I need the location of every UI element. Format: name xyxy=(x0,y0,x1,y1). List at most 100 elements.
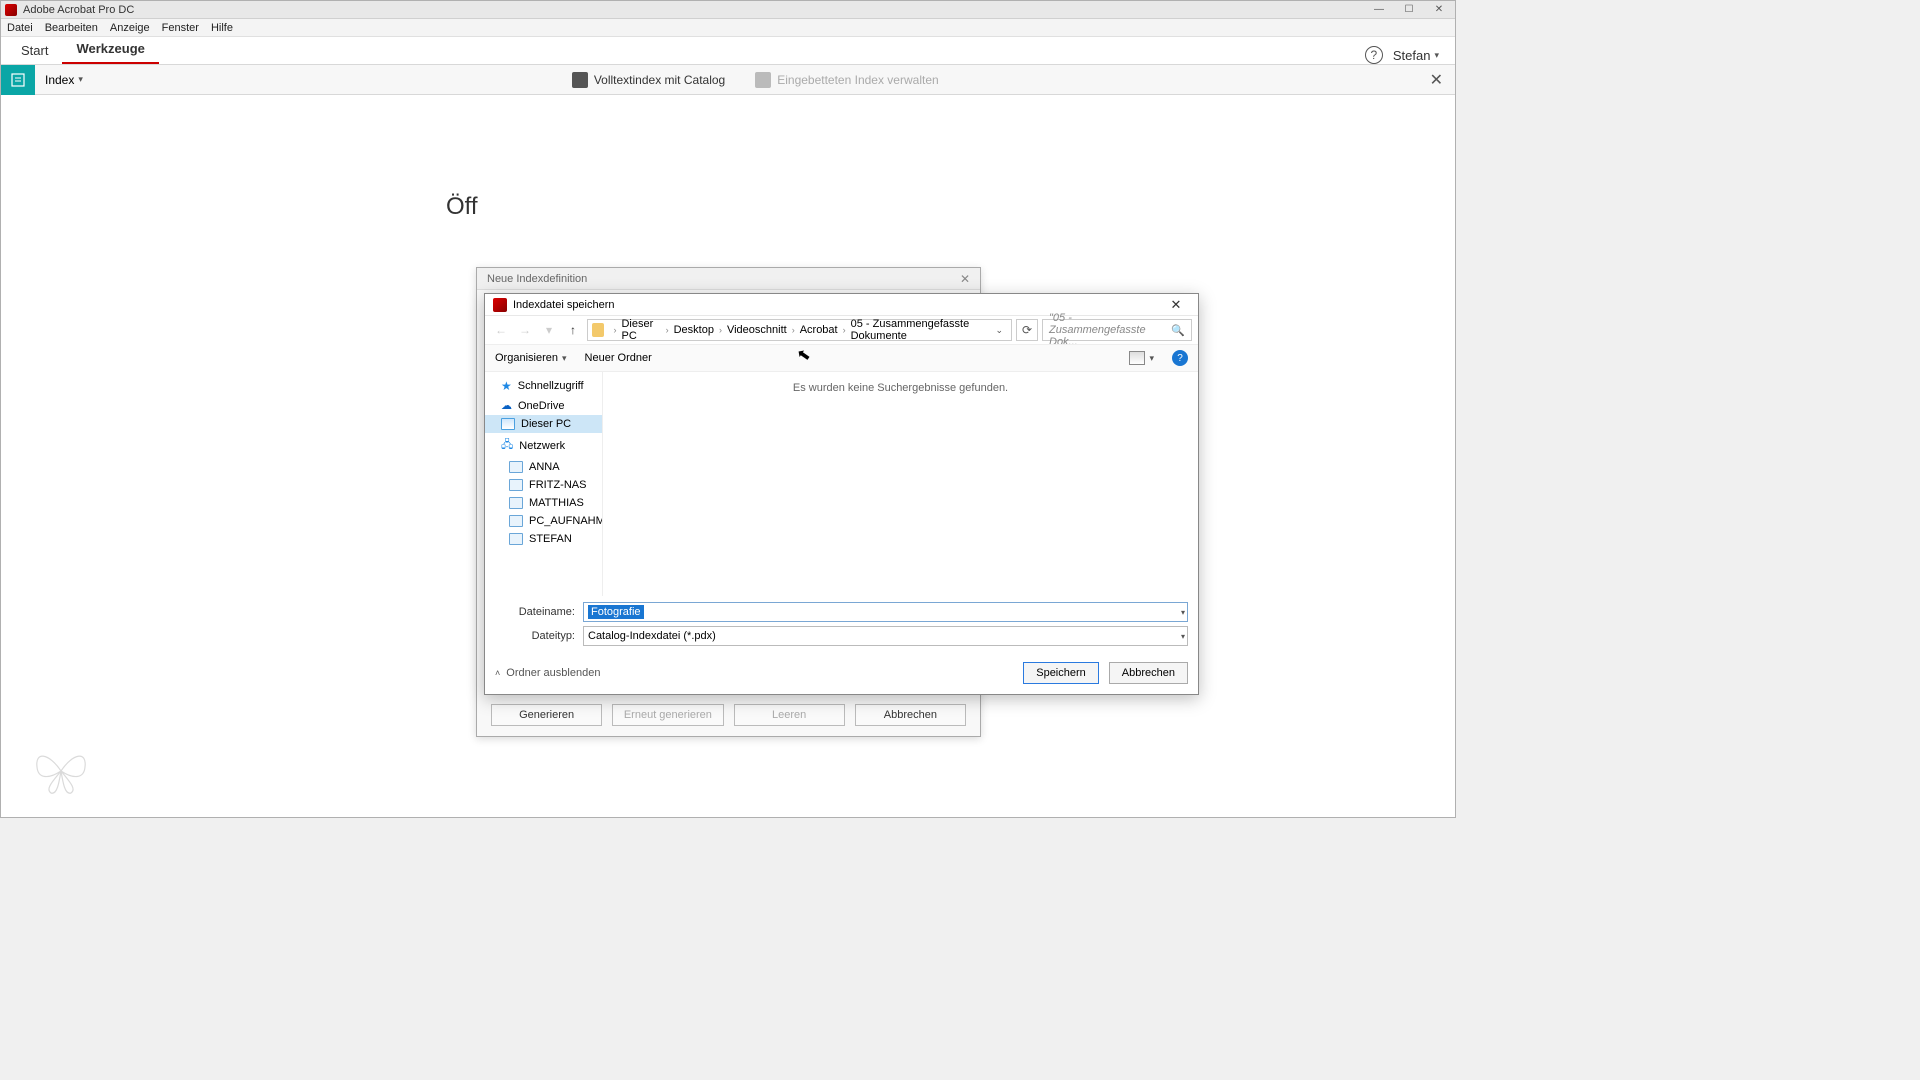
refresh-button[interactable]: ⟳ xyxy=(1016,319,1038,341)
computer-icon xyxy=(509,461,523,473)
index-dropdown[interactable]: Index ▾ xyxy=(35,73,93,87)
tree-computer[interactable]: STEFAN xyxy=(485,530,602,548)
menu-window[interactable]: Fenster xyxy=(162,22,199,34)
bc-segment[interactable]: Desktop xyxy=(674,324,714,336)
view-icon xyxy=(1129,351,1145,365)
index-dialog-title: Neue Indexdefinition xyxy=(487,273,587,285)
menu-edit[interactable]: Bearbeiten xyxy=(45,22,98,34)
star-icon: ★ xyxy=(501,379,512,393)
filetype-label: Dateityp: xyxy=(495,630,583,642)
tree-computer[interactable]: ANNA xyxy=(485,458,602,476)
recent-dropdown[interactable]: ▾ xyxy=(539,320,559,340)
tabbar: Start Werkzeuge ? Stefan ▾ xyxy=(1,37,1455,65)
app-icon xyxy=(5,4,17,16)
menu-file[interactable]: Datei xyxy=(7,22,33,34)
folder-tree: ★ Schnellzugriff ☁ OneDrive Dieser PC 🖧 … xyxy=(485,372,603,596)
tree-computer[interactable]: PC_AUFNAHME xyxy=(485,512,602,530)
content-area: Öff Neue Indexdefinition ✕ Generieren Er… xyxy=(1,95,1455,817)
embedded-icon xyxy=(755,72,771,88)
filetype-value: Catalog-Indexdatei (*.pdx) xyxy=(588,630,716,642)
hide-folders-toggle[interactable]: ˄ Ordner ausblenden xyxy=(495,667,600,679)
close-icon[interactable]: ✕ xyxy=(1162,297,1190,313)
close-button[interactable]: ✕ xyxy=(1427,3,1451,17)
chevron-down-icon: ▾ xyxy=(1434,50,1439,61)
minimize-button[interactable]: — xyxy=(1367,3,1391,17)
chevron-down-icon[interactable]: ▾ xyxy=(1181,608,1185,617)
clear-button: Leeren xyxy=(734,704,845,726)
chevron-down-icon: ▾ xyxy=(562,353,567,364)
organize-menu[interactable]: Organisieren ▾ xyxy=(495,352,567,364)
app-window: Adobe Acrobat Pro DC — ☐ ✕ Datei Bearbei… xyxy=(0,0,1456,818)
save-dialog-title: Indexdatei speichern xyxy=(513,299,1162,311)
save-button[interactable]: Speichern xyxy=(1023,662,1099,684)
fulltext-catalog-button[interactable]: Volltextindex mit Catalog xyxy=(572,72,725,88)
filename-panel: Dateiname: Fotografie ▾ Dateityp: Catalo… xyxy=(485,596,1198,656)
regenerate-button: Erneut generieren xyxy=(612,704,723,726)
titlebar: Adobe Acrobat Pro DC — ☐ ✕ xyxy=(1,1,1455,19)
index-tool-icon[interactable] xyxy=(1,65,35,95)
filename-value: Fotografie xyxy=(588,605,644,619)
bc-segment[interactable]: 05 - Zusammengefasste Dokumente xyxy=(851,318,990,342)
menu-help[interactable]: Hilfe xyxy=(211,22,233,34)
computer-icon xyxy=(509,533,523,545)
tree-network[interactable]: 🖧 Netzwerk xyxy=(485,433,602,458)
nav-bar: ← → ▾ ↑ › Dieser PC › Desktop › Videosch… xyxy=(485,316,1198,344)
up-button[interactable]: ↑ xyxy=(563,320,583,340)
tree-onedrive[interactable]: ☁ OneDrive xyxy=(485,396,602,415)
maximize-button[interactable]: ☐ xyxy=(1397,3,1421,17)
chevron-down-icon[interactable]: ▾ xyxy=(1181,632,1185,641)
close-tool-button[interactable]: ✕ xyxy=(1418,70,1455,90)
bc-segment[interactable]: Acrobat xyxy=(800,324,838,336)
app-icon xyxy=(493,298,507,312)
save-file-dialog: Indexdatei speichern ✕ ← → ▾ ↑ › Dieser … xyxy=(484,293,1199,695)
breadcrumb[interactable]: › Dieser PC › Desktop › Videoschnitt › A… xyxy=(587,319,1012,341)
dialog-toolbar: Organisieren ▾ Neuer Ordner ▾ ? xyxy=(485,344,1198,372)
cloud-icon: ☁ xyxy=(501,399,512,412)
help-icon[interactable]: ? xyxy=(1172,350,1188,366)
filename-label: Dateiname: xyxy=(495,606,583,618)
search-input[interactable]: "05 - Zusammengefasste Dok... 🔍 xyxy=(1042,319,1192,341)
bc-segment[interactable]: Dieser PC xyxy=(621,318,660,342)
computer-icon xyxy=(509,497,523,509)
dialog-footer: ˄ Ordner ausblenden Speichern Abbrechen xyxy=(485,656,1198,694)
tab-tools[interactable]: Werkzeuge xyxy=(62,35,158,64)
close-icon[interactable]: ✕ xyxy=(960,272,970,286)
filename-input[interactable]: Fotografie ▾ xyxy=(583,602,1188,622)
computer-icon xyxy=(509,515,523,527)
tree-computer[interactable]: FRITZ-NAS xyxy=(485,476,602,494)
network-icon: 🖧 xyxy=(501,436,513,455)
file-list-area: Es wurden keine Suchergebnisse gefunden. xyxy=(603,372,1198,596)
tree-quick-access[interactable]: ★ Schnellzugriff xyxy=(485,376,602,396)
app-title: Adobe Acrobat Pro DC xyxy=(23,4,1367,16)
tool-toolbar: Index ▾ Volltextindex mit Catalog Eingeb… xyxy=(1,65,1455,95)
chevron-down-icon: ▾ xyxy=(78,74,83,85)
help-icon[interactable]: ? xyxy=(1365,46,1383,64)
menu-view[interactable]: Anzeige xyxy=(110,22,150,34)
user-menu[interactable]: Stefan ▾ xyxy=(1393,48,1439,63)
menubar: Datei Bearbeiten Anzeige Fenster Hilfe xyxy=(1,19,1455,37)
back-button: ← xyxy=(491,320,511,340)
computer-icon xyxy=(509,479,523,491)
butterfly-watermark xyxy=(31,745,91,797)
bc-segment[interactable]: Videoschnitt xyxy=(727,324,787,336)
search-placeholder: "05 - Zusammengefasste Dok... xyxy=(1049,312,1167,348)
bg-text-fragment: Öff xyxy=(446,193,478,221)
tree-computer[interactable]: MATTHIAS xyxy=(485,494,602,512)
embedded-index-button: Eingebetteten Index verwalten xyxy=(755,72,938,88)
forward-button: → xyxy=(515,320,535,340)
chevron-down-icon: ▾ xyxy=(1149,353,1154,364)
tree-this-pc[interactable]: Dieser PC xyxy=(485,415,602,433)
new-folder-button[interactable]: Neuer Ordner xyxy=(585,352,652,364)
cancel-button[interactable]: Abbrechen xyxy=(855,704,966,726)
generate-button[interactable]: Generieren xyxy=(491,704,602,726)
view-menu[interactable]: ▾ xyxy=(1129,351,1154,365)
tab-start[interactable]: Start xyxy=(7,37,62,64)
filetype-select[interactable]: Catalog-Indexdatei (*.pdx) ▾ xyxy=(583,626,1188,646)
chevron-up-icon: ˄ xyxy=(495,668,500,678)
search-icon: 🔍 xyxy=(1171,324,1185,337)
cancel-button[interactable]: Abbrechen xyxy=(1109,662,1188,684)
folder-icon xyxy=(592,323,604,337)
catalog-icon xyxy=(572,72,588,88)
user-name: Stefan xyxy=(1393,48,1431,63)
chevron-down-icon[interactable]: ⌄ xyxy=(991,325,1007,336)
